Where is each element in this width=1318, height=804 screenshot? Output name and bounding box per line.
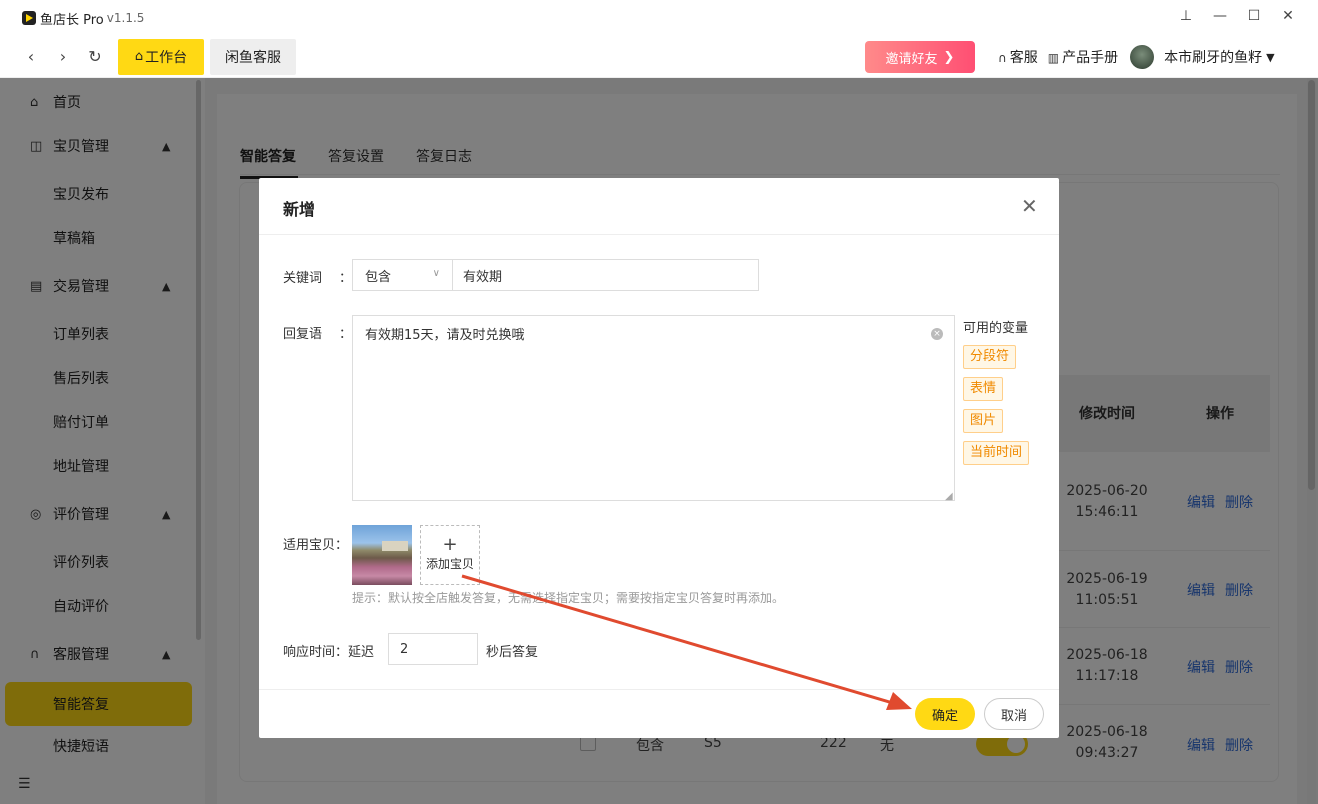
applicable-goods-label: 适用宝贝：: [283, 538, 349, 553]
confirm-button[interactable]: 确定: [915, 698, 975, 730]
invite-label: 邀请好友: [885, 51, 938, 67]
dialog-title: 新增: [283, 200, 316, 219]
tab-xianyu-service[interactable]: 闲鱼客服: [210, 38, 296, 75]
invite-friends-button[interactable]: 邀请好友 ❯: [865, 41, 975, 73]
tab-xianyu-label: 闲鱼客服: [225, 49, 281, 66]
reply-colon: ：: [339, 327, 353, 342]
title-bar: 鱼店长 Pro v1.1.5 ⊥ — ☐ ✕: [0, 0, 1318, 36]
goods-hint: 提示：默认按全店触发答复，无需选择指定宝贝；需要按指定宝贝答复时再添加。: [352, 591, 785, 605]
back-icon[interactable]: ‹: [20, 47, 42, 66]
delay-seconds-input[interactable]: 2: [388, 633, 478, 665]
keyword-label: 关键词: [283, 271, 323, 286]
pin-icon[interactable]: ⊥: [1178, 8, 1194, 24]
username: 本市刷牙的鱼籽: [1164, 50, 1263, 66]
chevron-right-icon: ❯: [943, 49, 955, 65]
keyword-colon: ：: [339, 271, 353, 286]
goods-thumbnail[interactable]: [352, 525, 412, 585]
forward-icon[interactable]: ›: [52, 47, 74, 66]
keyword-value: 有效期: [463, 269, 503, 285]
reply-label: 回复语: [283, 327, 323, 342]
resize-handle-icon[interactable]: ◢: [945, 491, 953, 502]
app-logo-icon: [22, 11, 36, 25]
response-time-label: 响应时间：延迟: [283, 645, 375, 660]
headset-icon: ∩: [998, 51, 1007, 65]
tab-workbench[interactable]: ⌂ 工作台: [118, 38, 204, 75]
app-version: v1.1.5: [106, 11, 145, 25]
delay-value: 2: [400, 641, 409, 657]
book-icon: ▥: [1047, 51, 1060, 65]
refresh-icon[interactable]: ↻: [84, 47, 106, 66]
keyword-input[interactable]: 有效期: [452, 259, 759, 291]
home-icon: ⌂: [134, 49, 144, 64]
match-mode-select[interactable]: 包含 ∨: [352, 259, 452, 291]
customer-service-link[interactable]: ∩ 客服: [998, 47, 1038, 67]
maximize-icon[interactable]: ☐: [1246, 8, 1262, 24]
cancel-label: 取消: [1000, 708, 1027, 724]
plus-icon: +: [442, 534, 458, 555]
variables-title: 可用的变量: [963, 321, 1029, 336]
toolbar-right: ∩ 客服 ▥ 产品手册 本市刷牙的鱼籽 ▼: [998, 36, 1275, 78]
variable-emoji[interactable]: 表情: [963, 377, 1004, 401]
user-menu[interactable]: 本市刷牙的鱼籽 ▼: [1128, 45, 1275, 69]
close-icon[interactable]: ✕: [1280, 8, 1296, 24]
caret-down-icon: ▼: [1266, 50, 1275, 64]
add-goods-button[interactable]: + 添加宝贝: [420, 525, 480, 585]
dialog-footer-divider: [259, 689, 1059, 690]
add-goods-label: 添加宝贝: [425, 557, 474, 571]
manual-link[interactable]: ▥ 产品手册: [1048, 47, 1118, 67]
clear-icon[interactable]: ×: [931, 328, 943, 340]
match-mode-value: 包含: [365, 269, 392, 285]
toolbar: ‹ › ↻ ⌂ 工作台 闲鱼客服 邀请好友 ❯ ∩ 客服 ▥ 产品手册 本市刷牙的鱼…: [0, 36, 1318, 78]
window-controls: ⊥ — ☐ ✕: [1178, 8, 1296, 24]
tab-workbench-label: 工作台: [145, 49, 188, 66]
delay-suffix: 秒后答复: [486, 645, 539, 660]
confirm-label: 确定: [931, 708, 958, 724]
avatar: [1130, 45, 1155, 69]
variable-image[interactable]: 图片: [963, 409, 1004, 433]
manual-label: 产品手册: [1062, 50, 1119, 66]
minimize-icon[interactable]: —: [1212, 8, 1228, 24]
reply-textarea[interactable]: 有效期15天，请及时兑换哦: [352, 315, 955, 501]
cancel-button[interactable]: 取消: [984, 698, 1044, 730]
customer-service-label: 客服: [1009, 50, 1038, 66]
close-icon[interactable]: ✕: [1021, 194, 1038, 218]
app-title: 鱼店长 Pro: [40, 12, 104, 28]
variable-current-time[interactable]: 当前时间: [963, 441, 1030, 465]
variable-paragraph-break[interactable]: 分段符: [963, 345, 1017, 369]
reply-value: 有效期15天，请及时兑换哦: [365, 328, 525, 343]
add-reply-dialog: 新增 ✕ 关键词 ： 包含 ∨ 有效期 回复语 ： 有效期15天，请及时兑换哦 …: [259, 178, 1059, 738]
chevron-down-icon: ∨: [432, 268, 440, 279]
dialog-header-divider: [259, 234, 1059, 235]
